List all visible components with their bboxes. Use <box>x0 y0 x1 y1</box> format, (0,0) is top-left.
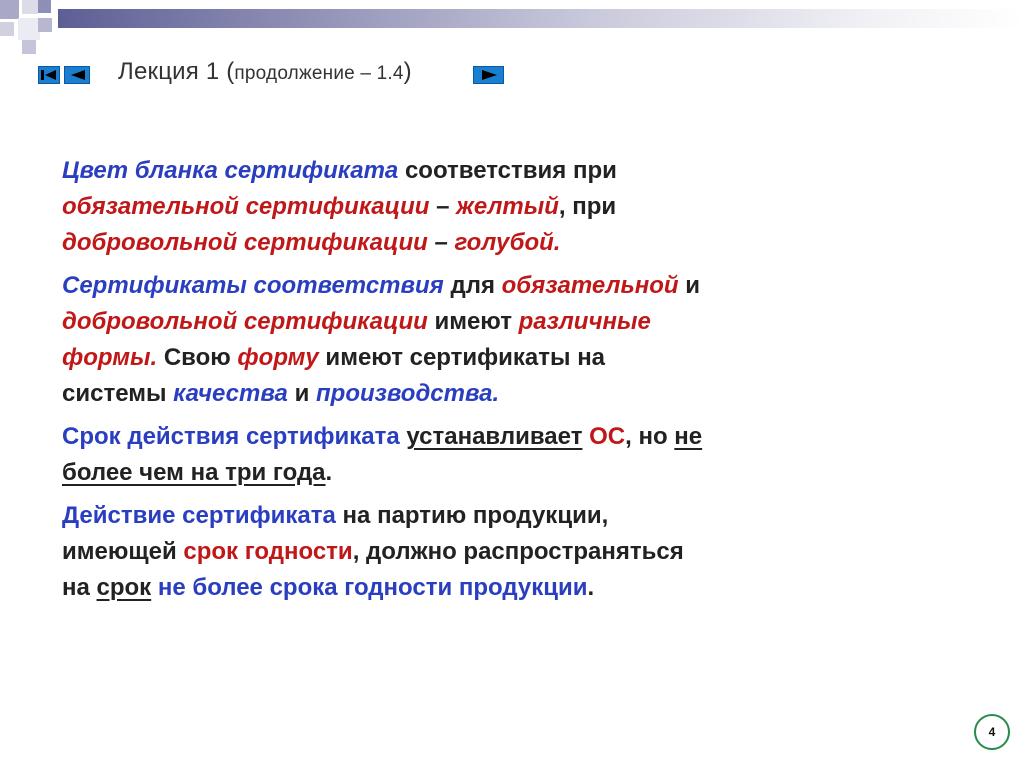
text-span: системы <box>62 380 174 407</box>
text-span: не более срока годности продукции <box>157 574 588 601</box>
slide-content: Цвет бланка сертификата соответствия при… <box>62 153 922 613</box>
title-close: ) <box>403 58 412 85</box>
text-span: срок <box>96 574 152 601</box>
text-span: , должно распространяться <box>352 538 684 565</box>
text-span: , при <box>558 193 617 220</box>
next-slide-button[interactable] <box>473 66 504 84</box>
decor-square <box>38 0 51 13</box>
paragraph-4: Действие сертификата на партию продукции… <box>62 498 922 606</box>
page-number: 4 <box>988 725 996 739</box>
text-span: и <box>678 272 700 299</box>
text-span: ОС <box>589 423 626 450</box>
text-span: Срок действия сертификата <box>62 423 400 450</box>
text-span: Действие сертификата <box>62 502 336 529</box>
text-span: Сертификаты соответствия <box>62 272 444 299</box>
prev-slide-button[interactable] <box>64 66 90 84</box>
text-span: обязательной <box>501 272 679 299</box>
text-span: устанавливает <box>406 423 583 450</box>
slide-title: Лекция 1 (продолжение – 1.4) <box>118 58 412 86</box>
paragraph-2: Сертификаты соответствия для обязательно… <box>62 268 922 412</box>
decor-square <box>0 22 14 36</box>
text-span: формы. <box>62 344 158 371</box>
text-span: – <box>427 229 455 256</box>
decor-square <box>22 40 36 54</box>
text-span: срок годности <box>183 538 353 565</box>
page-number-badge: 4 <box>974 714 1010 750</box>
next-slide-icon <box>481 70 497 80</box>
decor-square <box>22 0 38 14</box>
text-span: желтый <box>456 193 559 220</box>
decor-square <box>38 18 52 32</box>
decor-square <box>18 18 40 40</box>
text-span: и <box>287 380 316 407</box>
title-main: Лекция 1 ( <box>118 58 235 85</box>
text-span: качества <box>173 380 288 407</box>
text-span: добровольной сертификации <box>62 229 428 256</box>
text-span: более чем на три года <box>62 459 326 486</box>
text-span: для <box>443 272 502 299</box>
text-span: – <box>429 193 457 220</box>
paragraph-1: Цвет бланка сертификата соответствия при… <box>62 153 922 261</box>
text-span: соответствия при <box>398 157 617 184</box>
first-slide-button[interactable] <box>38 66 60 84</box>
text-span: различные <box>518 308 651 335</box>
text-span: имеют сертификаты на <box>318 344 606 371</box>
text-span: , но <box>625 423 675 450</box>
text-span: добровольной сертификации <box>62 308 428 335</box>
text-span: голубой. <box>454 229 561 256</box>
text-span: не <box>674 423 703 450</box>
text-span: Свою <box>157 344 238 371</box>
first-slide-icon <box>41 70 56 80</box>
paragraph-3: Срок действия сертификата устанавливает … <box>62 419 922 491</box>
text-span: имеют <box>427 308 519 335</box>
title-sub: продолжение – 1.4 <box>234 63 404 84</box>
text-span: производства. <box>316 380 500 407</box>
text-span: обязательной сертификации <box>62 193 430 220</box>
text-span: . <box>325 459 333 486</box>
text-span: на <box>62 574 97 601</box>
text-span <box>151 574 158 601</box>
text-span: форму <box>237 344 319 371</box>
text-span: на партию продукции, <box>335 502 609 529</box>
text-span: имеющей <box>62 538 184 565</box>
header-gradient-bar <box>58 9 1024 28</box>
decor-square <box>0 0 19 19</box>
prev-slide-icon <box>71 70 85 80</box>
text-span: . <box>587 574 595 601</box>
text-span: Цвет бланка сертификата <box>62 157 399 184</box>
